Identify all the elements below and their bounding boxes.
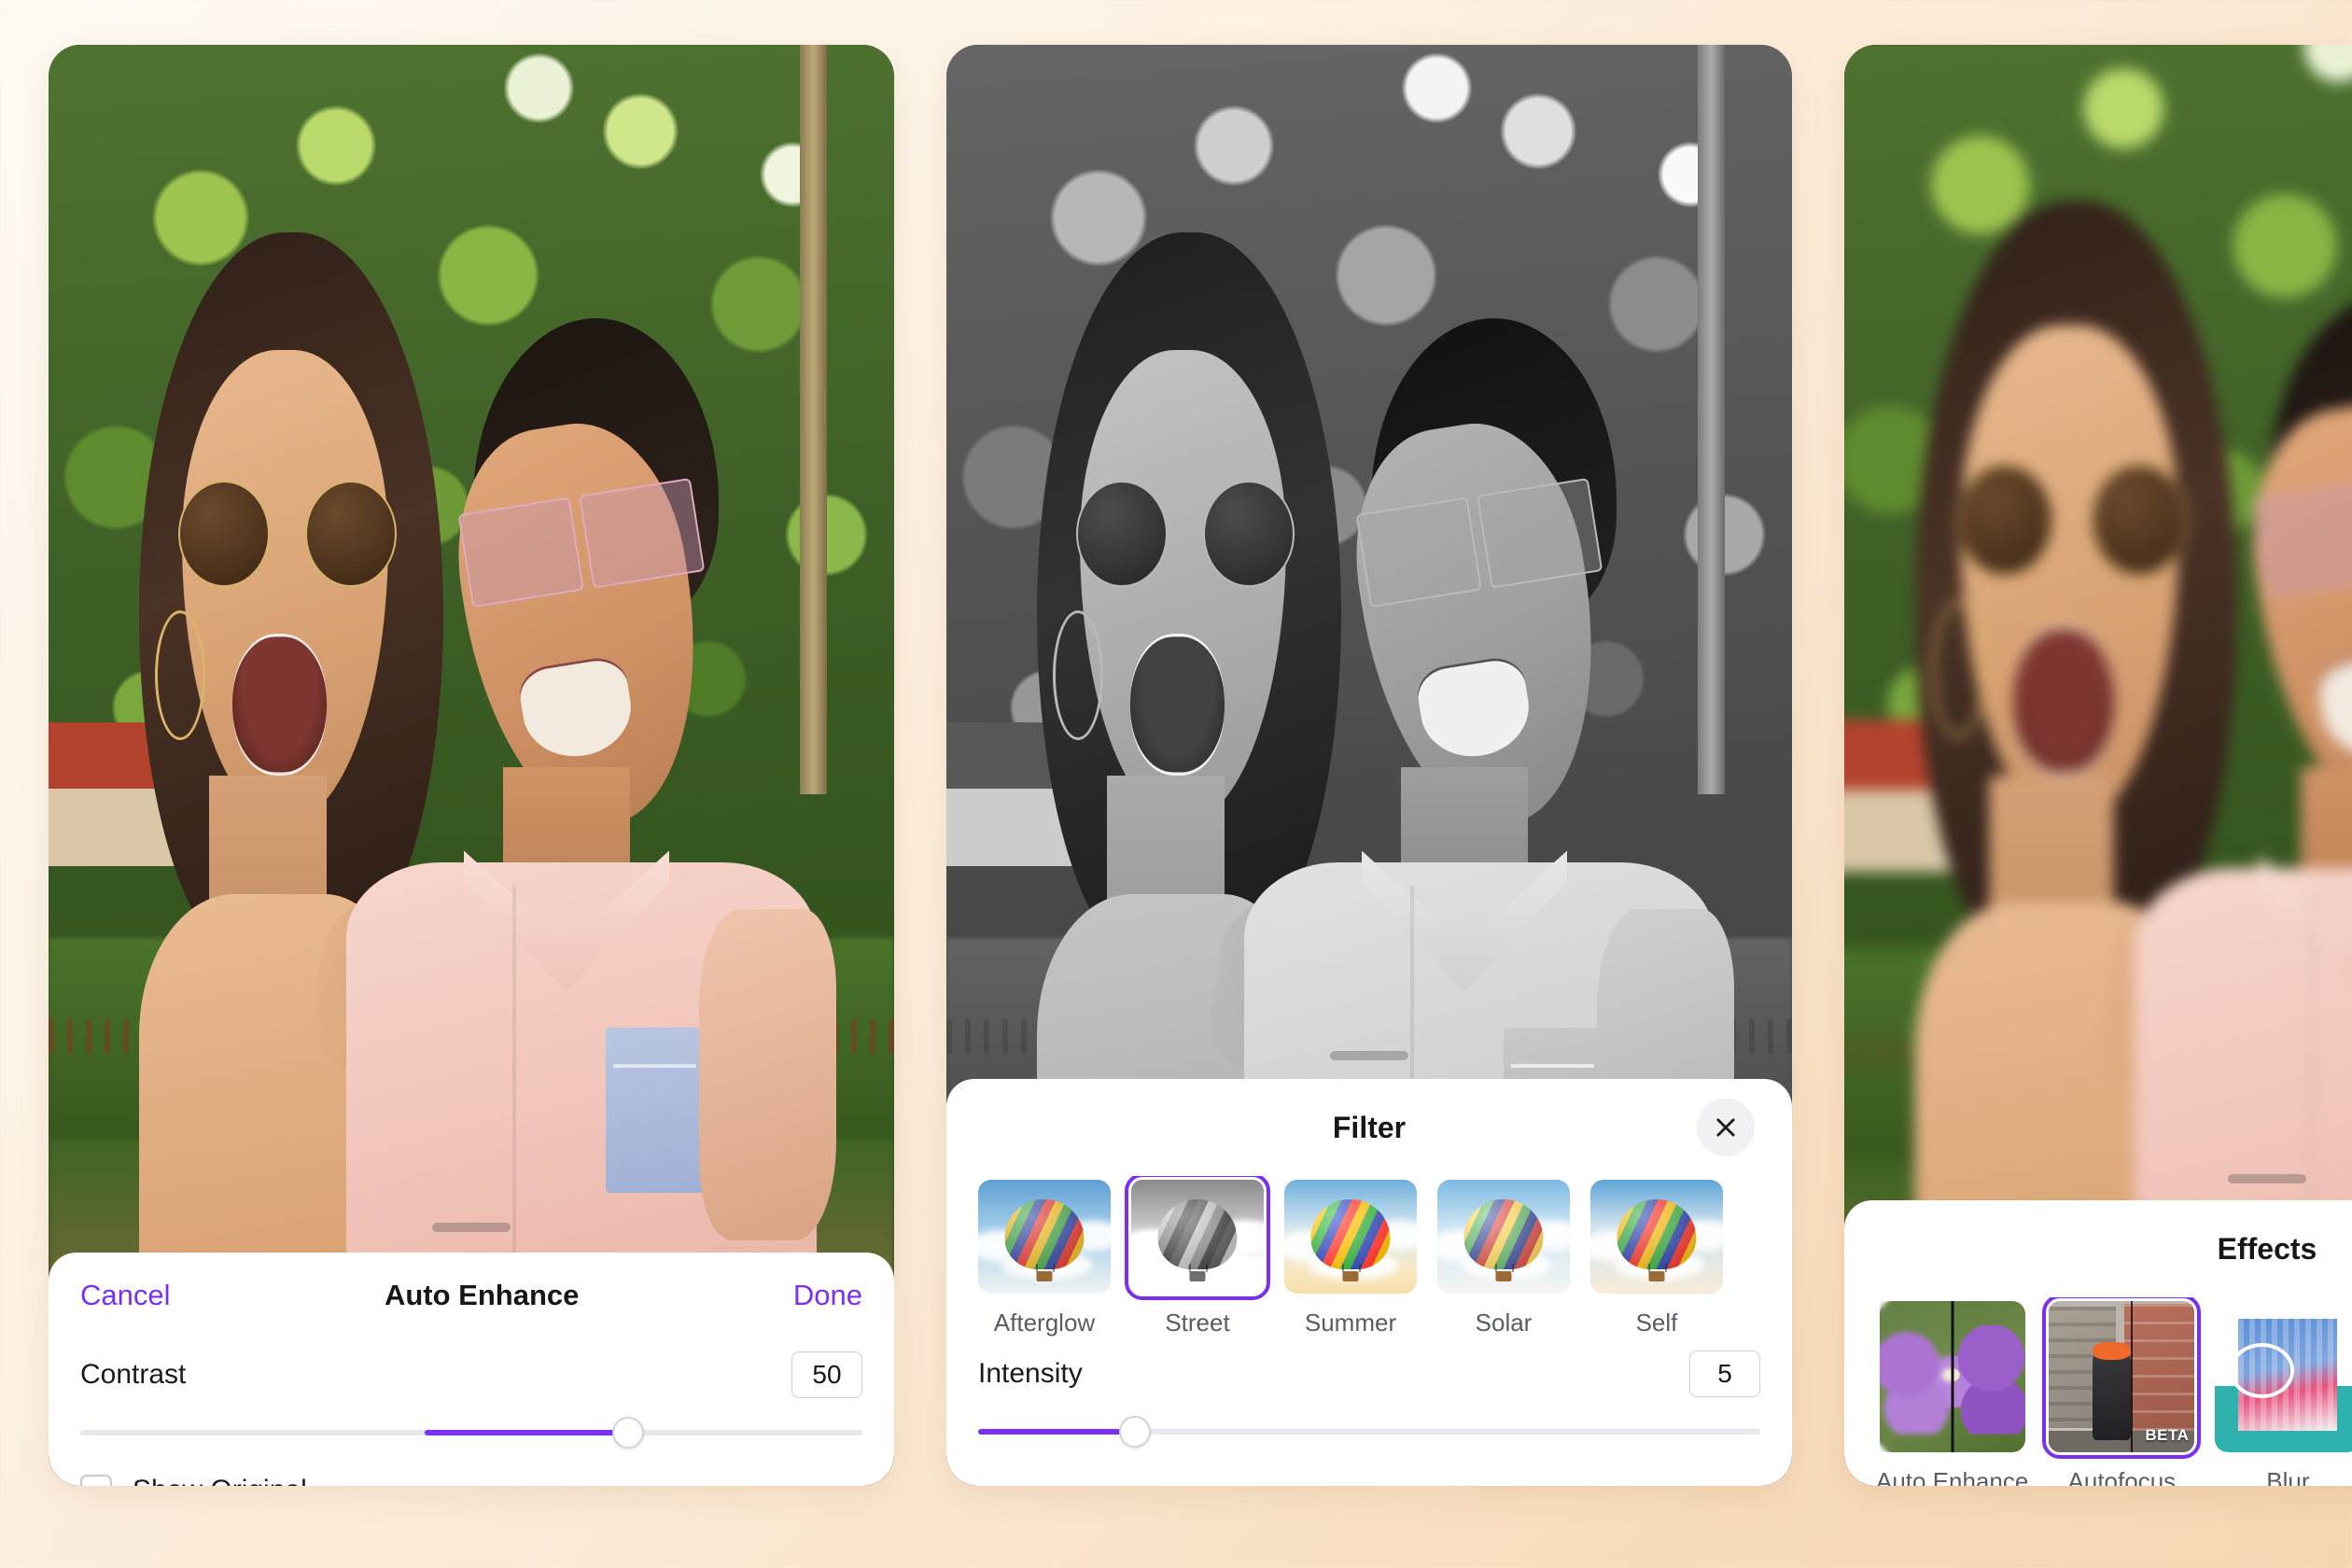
contrast-slider-block: Contrast 50 bbox=[80, 1338, 862, 1449]
effect-item[interactable]: Auto Enhance bbox=[1876, 1301, 2028, 1486]
effects-thumbnail-strip[interactable]: Auto EnhanceBETAAutofocusBlurColorMixGli… bbox=[1876, 1297, 2352, 1486]
filter-label: Afterglow bbox=[993, 1309, 1096, 1337]
intensity-label: Intensity bbox=[978, 1358, 1083, 1389]
filter-thumbnail-strip[interactable]: Afterglow Street Summer Solar Self bbox=[978, 1176, 1760, 1337]
filter-label: Street bbox=[1165, 1309, 1230, 1337]
filter-sheet: Filter Afterglow Street Summer Solar Self In… bbox=[946, 1079, 1792, 1486]
panel-title-filter: Filter bbox=[1332, 1110, 1407, 1144]
effect-item[interactable]: Blur bbox=[2215, 1301, 2352, 1486]
filter-thumbnail[interactable] bbox=[1437, 1180, 1570, 1294]
contrast-label: Contrast bbox=[80, 1359, 187, 1390]
intensity-value-field[interactable]: 5 bbox=[1689, 1351, 1760, 1397]
phone-mockups-stage: Cancel Auto Enhance Done Contrast 50 Sho… bbox=[0, 0, 2352, 1568]
effect-label: Autofocus bbox=[2067, 1467, 2177, 1486]
phone-card-effects: Effects Auto EnhanceBETAAutofocusBlurCol… bbox=[1844, 45, 2352, 1486]
done-button[interactable]: Done bbox=[793, 1279, 862, 1312]
intensity-slider-block: Intensity 5 bbox=[978, 1337, 1760, 1448]
effects-sheet: Effects Auto EnhanceBETAAutofocusBlurCol… bbox=[1844, 1200, 2352, 1486]
contrast-value-field[interactable]: 50 bbox=[791, 1351, 862, 1398]
contrast-slider-track[interactable] bbox=[80, 1417, 862, 1449]
effect-thumbnail[interactable] bbox=[1879, 1301, 2025, 1452]
effect-label: Auto Enhance bbox=[1876, 1467, 2029, 1486]
effect-thumbnail[interactable] bbox=[2215, 1301, 2352, 1452]
filter-thumbnail[interactable] bbox=[978, 1180, 1111, 1294]
filter-label: Summer bbox=[1304, 1309, 1397, 1337]
auto-enhance-sheet: Cancel Auto Enhance Done Contrast 50 Sho… bbox=[49, 1253, 894, 1486]
intensity-slider-track[interactable] bbox=[978, 1416, 1760, 1448]
filter-thumbnail[interactable] bbox=[1590, 1180, 1723, 1294]
auto-enhance-toolbar: Cancel Auto Enhance Done bbox=[80, 1253, 862, 1338]
show-original-row[interactable]: Show Original bbox=[80, 1441, 862, 1486]
filter-thumbnail[interactable] bbox=[1284, 1180, 1417, 1294]
effect-label: Blur bbox=[2266, 1467, 2310, 1486]
beta-badge: BETA bbox=[2145, 1426, 2190, 1444]
filter-thumbnail[interactable] bbox=[1125, 1176, 1270, 1300]
filter-label: Self bbox=[1635, 1309, 1678, 1337]
filter-item[interactable]: Self bbox=[1590, 1180, 1723, 1337]
phone-card-auto-enhance: Cancel Auto Enhance Done Contrast 50 Sho… bbox=[49, 45, 894, 1486]
show-original-label: Show Original bbox=[133, 1475, 307, 1486]
contrast-slider-fill bbox=[424, 1430, 628, 1435]
effect-item[interactable]: BETA Autofocus bbox=[2042, 1297, 2202, 1486]
effects-sheet-header: Effects bbox=[1876, 1200, 2352, 1297]
intensity-slider-fill bbox=[978, 1429, 1135, 1435]
sheet-drag-handle[interactable] bbox=[2228, 1174, 2306, 1183]
sheet-drag-handle[interactable] bbox=[1330, 1051, 1408, 1060]
effect-thumbnail[interactable]: BETA bbox=[2042, 1297, 2202, 1459]
filter-item[interactable]: Street bbox=[1125, 1176, 1270, 1337]
contrast-slider-knob[interactable] bbox=[611, 1417, 644, 1449]
filter-item[interactable]: Solar bbox=[1437, 1180, 1570, 1337]
filter-item[interactable]: Summer bbox=[1284, 1180, 1417, 1337]
phone-card-filter: Filter Afterglow Street Summer Solar Self In… bbox=[946, 45, 1792, 1486]
filter-sheet-header: Filter bbox=[978, 1079, 1760, 1176]
close-icon[interactable] bbox=[1697, 1099, 1755, 1156]
panel-title-auto-enhance: Auto Enhance bbox=[384, 1279, 580, 1311]
cancel-button[interactable]: Cancel bbox=[80, 1279, 171, 1312]
filter-item[interactable]: Afterglow bbox=[978, 1180, 1111, 1337]
sheet-drag-handle[interactable] bbox=[432, 1223, 511, 1232]
show-original-checkbox[interactable] bbox=[80, 1475, 112, 1486]
intensity-slider-knob[interactable] bbox=[1118, 1416, 1151, 1448]
filter-label: Solar bbox=[1475, 1309, 1533, 1337]
panel-title-effects: Effects bbox=[2217, 1231, 2317, 1266]
